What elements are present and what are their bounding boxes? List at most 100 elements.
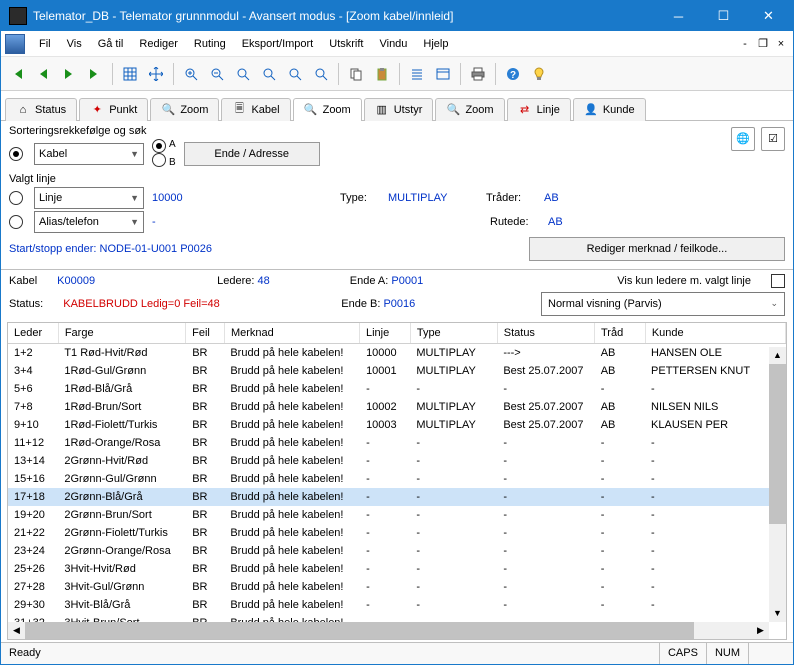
zoom-icon-5[interactable] [283,62,307,86]
minimize-button[interactable]: ─ [656,1,701,31]
scroll-up-icon[interactable]: ▲ [769,347,786,364]
radio-alias[interactable] [9,215,23,229]
table-row[interactable]: 1+2T1 Rød-Hvit/RødBRBrudd på hele kabele… [8,344,786,362]
menu-eksport[interactable]: Eksport/Import [234,36,322,52]
tab-punkt[interactable]: ✦Punkt [79,98,148,121]
nav-last-button[interactable] [83,62,107,86]
radio-b-row[interactable]: B [152,153,176,169]
zoom-out-icon[interactable] [205,62,229,86]
table-row[interactable]: 9+101Rød-Fiolett/TurkisBRBrudd på hele k… [8,416,786,434]
maximize-button[interactable]: ☐ [701,1,746,31]
tab-linje[interactable]: ⇄Linje [507,98,571,121]
menu-ruting[interactable]: Ruting [186,36,234,52]
horizontal-scrollbar[interactable]: ◀ ▶ [8,622,769,639]
scroll-down-icon[interactable]: ▼ [769,605,786,622]
move-icon[interactable] [144,62,168,86]
radio-a[interactable] [152,139,166,153]
table-row[interactable]: 11+121Rød-Orange/RosaBRBrudd på hele kab… [8,434,786,452]
paste-icon[interactable] [370,62,394,86]
radio-a-row[interactable]: A [152,139,176,153]
kabel-combo[interactable]: Kabel▼ [34,143,144,165]
copy-icon[interactable] [344,62,368,86]
list-icon[interactable] [405,62,429,86]
col-trad[interactable]: Tråd [595,323,646,343]
close-button[interactable]: ✕ [746,1,791,31]
ende-adresse-button[interactable]: Ende / Adresse [184,142,320,166]
mdi-minimize-icon[interactable]: - [737,37,753,51]
col-status[interactable]: Status [498,323,595,343]
col-leder[interactable]: Leder [8,323,59,343]
grid-icon[interactable] [118,62,142,86]
menu-gatil[interactable]: Gå til [90,36,132,52]
radio-kabel[interactable] [9,147,23,161]
alias-combo[interactable]: Alias/telefon▼ [34,211,144,233]
zoom-icon-4[interactable] [257,62,281,86]
mdi-restore-icon[interactable]: ❐ [755,37,771,51]
table-row[interactable]: 19+202Grønn-Brun/SortBRBrudd på hele kab… [8,506,786,524]
nav-next-button[interactable] [57,62,81,86]
table-row[interactable]: 5+61Rød-Blå/GråBRBrudd på hele kabelen!-… [8,380,786,398]
vertical-scrollbar[interactable]: ▲ ▼ [769,347,786,622]
table-row[interactable]: 29+303Hvit-Blå/GråBRBrudd på hele kabele… [8,596,786,614]
linje-combo[interactable]: Linje▼ [34,187,144,209]
select-icon[interactable]: ☑ [761,127,785,151]
col-farge[interactable]: Farge [59,323,186,343]
table-row[interactable]: 3+41Rød-Gul/GrønnBRBrudd på hele kabelen… [8,362,786,380]
detail-icon[interactable] [431,62,455,86]
col-merknad[interactable]: Merknad [225,323,360,343]
table-row[interactable]: 17+182Grønn-Blå/GråBRBrudd på hele kabel… [8,488,786,506]
visning-select[interactable]: Normal visning (Parvis)⌄ [541,292,785,316]
table-row[interactable]: 15+162Grønn-Gul/GrønnBRBrudd på hele kab… [8,470,786,488]
tab-zoom-1[interactable]: 🔍Zoom [150,98,219,121]
zoom-in-icon[interactable] [179,62,203,86]
menu-vis[interactable]: Vis [59,36,90,52]
col-type[interactable]: Type [411,323,498,343]
table-row[interactable]: 13+142Grønn-Hvit/RødBRBrudd på hele kabe… [8,452,786,470]
radio-b[interactable] [152,153,166,167]
tab-zoom-3[interactable]: 🔍Zoom [435,98,504,121]
tab-kabel[interactable]: 🗏Kabel [221,98,290,121]
menu-fil[interactable]: Fil [31,36,59,52]
tab-kunde[interactable]: 👤Kunde [573,98,646,121]
tips-icon[interactable] [527,62,551,86]
scroll-track[interactable] [25,622,752,639]
zoom-icon-6[interactable] [309,62,333,86]
scroll-track[interactable] [769,364,786,605]
radio-linje[interactable] [9,191,23,205]
table-row[interactable]: 25+263Hvit-Hvit/RødBRBrudd på hele kabel… [8,560,786,578]
menu-rediger[interactable]: Rediger [131,36,186,52]
nav-prev-button[interactable] [31,62,55,86]
mdi-close-icon[interactable]: × [773,37,789,51]
app-menu-icon[interactable] [5,34,25,54]
table-row[interactable]: 23+242Grønn-Orange/RosaBRBrudd på hele k… [8,542,786,560]
vis-kun-checkbox[interactable] [771,274,785,288]
rediger-merknad-button[interactable]: Rediger merknad / feilkode... [529,237,785,261]
menu-utskrift[interactable]: Utskrift [321,36,371,52]
tab-status[interactable]: ⌂Status [5,98,77,121]
globe-icon[interactable]: 🌐 [731,127,755,151]
zoom-icon-3[interactable] [231,62,255,86]
cell-status: - [497,544,594,558]
table-row[interactable]: 7+81Rød-Brun/SortBRBrudd på hele kabelen… [8,398,786,416]
table-row[interactable]: 27+283Hvit-Gul/GrønnBRBrudd på hele kabe… [8,578,786,596]
scroll-thumb[interactable] [769,364,786,524]
table-row[interactable]: 21+222Grønn-Fiolett/TurkisBRBrudd på hel… [8,524,786,542]
table-header: Leder Farge Feil Merknad Linje Type Stat… [8,323,786,344]
tab-zoom-kabel[interactable]: 🔍Zoom [293,98,362,121]
zoom-icon: 🔍 [304,103,318,117]
menu-vindu[interactable]: Vindu [371,36,415,52]
help-icon[interactable]: ? [501,62,525,86]
button-label: Rediger merknad / feilkode... [587,243,728,255]
scroll-left-icon[interactable]: ◀ [8,622,25,639]
col-kunde[interactable]: Kunde [646,323,786,343]
col-feil[interactable]: Feil [186,323,225,343]
tab-utstyr[interactable]: ▥Utstyr [364,98,434,121]
scroll-thumb[interactable] [25,622,694,639]
col-linje[interactable]: Linje [360,323,411,343]
print-icon[interactable] [466,62,490,86]
nav-first-button[interactable] [5,62,29,86]
menu-hjelp[interactable]: Hjelp [415,36,456,52]
scroll-right-icon[interactable]: ▶ [752,622,769,639]
cell-trad: AB [595,346,645,360]
cell-type: MULTIPLAY [410,418,497,432]
